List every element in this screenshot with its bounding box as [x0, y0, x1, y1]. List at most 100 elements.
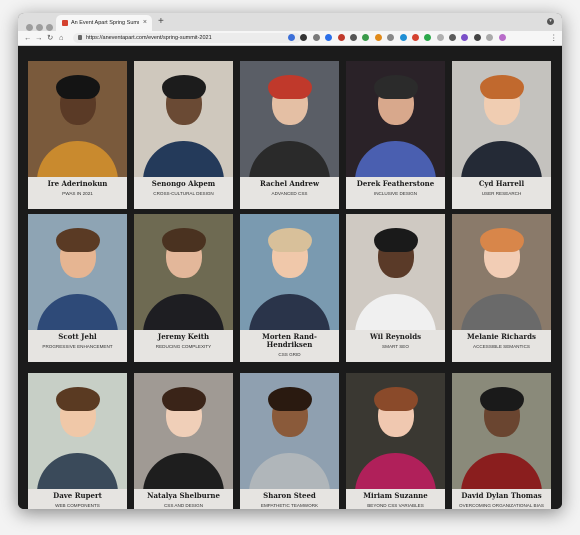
- forward-arrow-icon[interactable]: →: [35, 32, 43, 44]
- extension-icon[interactable]: [288, 34, 295, 41]
- extension-icon[interactable]: [449, 34, 457, 41]
- speaker-card[interactable]: Natalya Shelburne CSS and Design: [134, 373, 233, 509]
- speaker-photo[interactable]: [346, 61, 445, 177]
- speaker-photo[interactable]: [28, 61, 127, 177]
- extension-icon[interactable]: [461, 34, 469, 41]
- speaker-topic: Progressive Enhancement: [42, 344, 113, 349]
- speaker-card[interactable]: Rachel Andrew Advanced CSS: [240, 61, 339, 209]
- speaker-name[interactable]: Ire Aderinokun: [30, 180, 125, 188]
- portrait-hair: [268, 387, 312, 411]
- window-menu-icon[interactable]: ▾: [547, 18, 554, 25]
- speaker-photo[interactable]: [28, 373, 127, 489]
- speaker-photo[interactable]: [134, 214, 233, 330]
- portrait-shoulders: [37, 294, 118, 330]
- portrait-shoulders: [355, 141, 436, 177]
- speaker-name[interactable]: Rachel Andrew: [242, 180, 337, 188]
- portrait-hair: [162, 387, 206, 411]
- speaker-topic: Web Components: [55, 503, 100, 508]
- speaker-name[interactable]: Wil Reynolds: [348, 333, 443, 341]
- speaker-name[interactable]: Derek Featherstone: [348, 180, 443, 188]
- close-tab-icon[interactable]: ×: [143, 18, 147, 28]
- browser-window: An Event Apart Spring Summi × + ▾ ← → ↻ …: [18, 13, 562, 509]
- speaker-photo[interactable]: [134, 61, 233, 177]
- speaker-photo[interactable]: [28, 214, 127, 330]
- speaker-name[interactable]: Sharon Steed: [242, 492, 337, 500]
- speaker-topic: Cross-Cultural Design: [153, 191, 214, 196]
- extension-icon[interactable]: [362, 34, 370, 41]
- url-text: https://aneventapart.com/event/spring-su…: [86, 35, 212, 41]
- speaker-name[interactable]: Senongo Akpem: [136, 180, 231, 188]
- speaker-card[interactable]: Wil Reynolds Smart SEO: [346, 214, 445, 362]
- extension-icon[interactable]: [374, 34, 382, 41]
- portrait-shoulders: [355, 453, 436, 489]
- speaker-name[interactable]: David Dylan Thomas: [454, 492, 549, 500]
- portrait-hair: [374, 387, 418, 411]
- address-bar[interactable]: https://aneventapart.com/event/spring-su…: [73, 33, 301, 43]
- extension-icons: [288, 34, 511, 42]
- speaker-topic: Smart SEO: [382, 344, 409, 349]
- tab-title: An Event Apart Spring Summi: [71, 20, 139, 26]
- speaker-card[interactable]: Melanie Richards Accessible Semantics: [452, 214, 551, 362]
- extension-icon[interactable]: [411, 34, 419, 41]
- speaker-photo[interactable]: [346, 214, 445, 330]
- speaker-photo[interactable]: [240, 373, 339, 489]
- speaker-name[interactable]: Morten Rand-Hendriksen: [242, 333, 337, 349]
- speaker-card[interactable]: Derek Featherstone Inclusive Design: [346, 61, 445, 209]
- reload-icon[interactable]: ↻: [47, 32, 53, 44]
- extension-icon[interactable]: [486, 34, 494, 41]
- speaker-photo[interactable]: [346, 373, 445, 489]
- speaker-photo[interactable]: [452, 214, 551, 330]
- speaker-card[interactable]: Senongo Akpem Cross-Cultural Design: [134, 61, 233, 209]
- speaker-name[interactable]: Scott Jehl: [30, 333, 125, 341]
- speaker-card[interactable]: Ire Aderinokun PWAs in 2021: [28, 61, 127, 209]
- home-icon[interactable]: ⌂: [59, 32, 64, 44]
- extension-icon[interactable]: [325, 34, 333, 41]
- back-arrow-icon[interactable]: ←: [24, 32, 32, 44]
- speaker-name[interactable]: Natalya Shelburne: [136, 492, 231, 500]
- tab-bar: An Event Apart Spring Summi × + ▾: [18, 13, 562, 32]
- speaker-card[interactable]: Cyd Harrell User Research: [452, 61, 551, 209]
- portrait-hair: [56, 75, 100, 99]
- speaker-card[interactable]: Sharon Steed Empathetic Teamwork: [240, 373, 339, 509]
- extension-icon[interactable]: [387, 34, 395, 41]
- browser-tab[interactable]: An Event Apart Spring Summi ×: [56, 15, 152, 31]
- extension-icon[interactable]: [436, 34, 444, 41]
- speaker-name[interactable]: Miriam Suzanne: [348, 492, 443, 500]
- speaker-name[interactable]: Jeremy Keith: [136, 333, 231, 341]
- speaker-card[interactable]: Morten Rand-Hendriksen CSS Grid: [240, 214, 339, 362]
- speaker-card[interactable]: Jeremy Keith Reducing Complexity: [134, 214, 233, 362]
- extension-icon[interactable]: [312, 34, 320, 41]
- extension-icon[interactable]: [473, 34, 481, 41]
- speaker-photo[interactable]: [452, 61, 551, 177]
- portrait-hair: [480, 75, 524, 99]
- portrait-shoulders: [249, 453, 330, 489]
- speaker-name[interactable]: Melanie Richards: [454, 333, 549, 341]
- speaker-photo[interactable]: [134, 373, 233, 489]
- speaker-card[interactable]: Miriam Suzanne Beyond CSS Variables: [346, 373, 445, 509]
- speaker-topic: Reducing Complexity: [155, 344, 212, 349]
- extension-icon[interactable]: [349, 34, 357, 41]
- portrait-shoulders: [461, 453, 542, 489]
- lock-icon: [78, 35, 82, 40]
- zoom-window-button[interactable]: [46, 24, 53, 31]
- extension-icon[interactable]: [337, 34, 345, 41]
- speaker-card[interactable]: Dave Rupert Web Components: [28, 373, 127, 509]
- speaker-name[interactable]: Cyd Harrell: [454, 180, 549, 188]
- favicon-icon: [62, 20, 68, 26]
- extension-icon[interactable]: [300, 34, 308, 41]
- portrait-shoulders: [143, 453, 224, 489]
- speaker-card[interactable]: David Dylan Thomas Overcoming Organizatio…: [452, 373, 551, 509]
- extension-icon[interactable]: [424, 34, 432, 41]
- speaker-photo[interactable]: [452, 373, 551, 489]
- speaker-card[interactable]: Scott Jehl Progressive Enhancement: [28, 214, 127, 362]
- portrait-shoulders: [37, 453, 118, 489]
- new-tab-button[interactable]: +: [158, 15, 164, 29]
- browser-menu-icon[interactable]: ⋮: [550, 32, 558, 44]
- minimize-window-button[interactable]: [36, 24, 43, 31]
- speaker-photo[interactable]: [240, 214, 339, 330]
- speaker-photo[interactable]: [240, 61, 339, 177]
- extension-icon[interactable]: [498, 34, 506, 41]
- speaker-name[interactable]: Dave Rupert: [30, 492, 125, 500]
- extension-icon[interactable]: [399, 34, 407, 41]
- close-window-button[interactable]: [26, 24, 33, 31]
